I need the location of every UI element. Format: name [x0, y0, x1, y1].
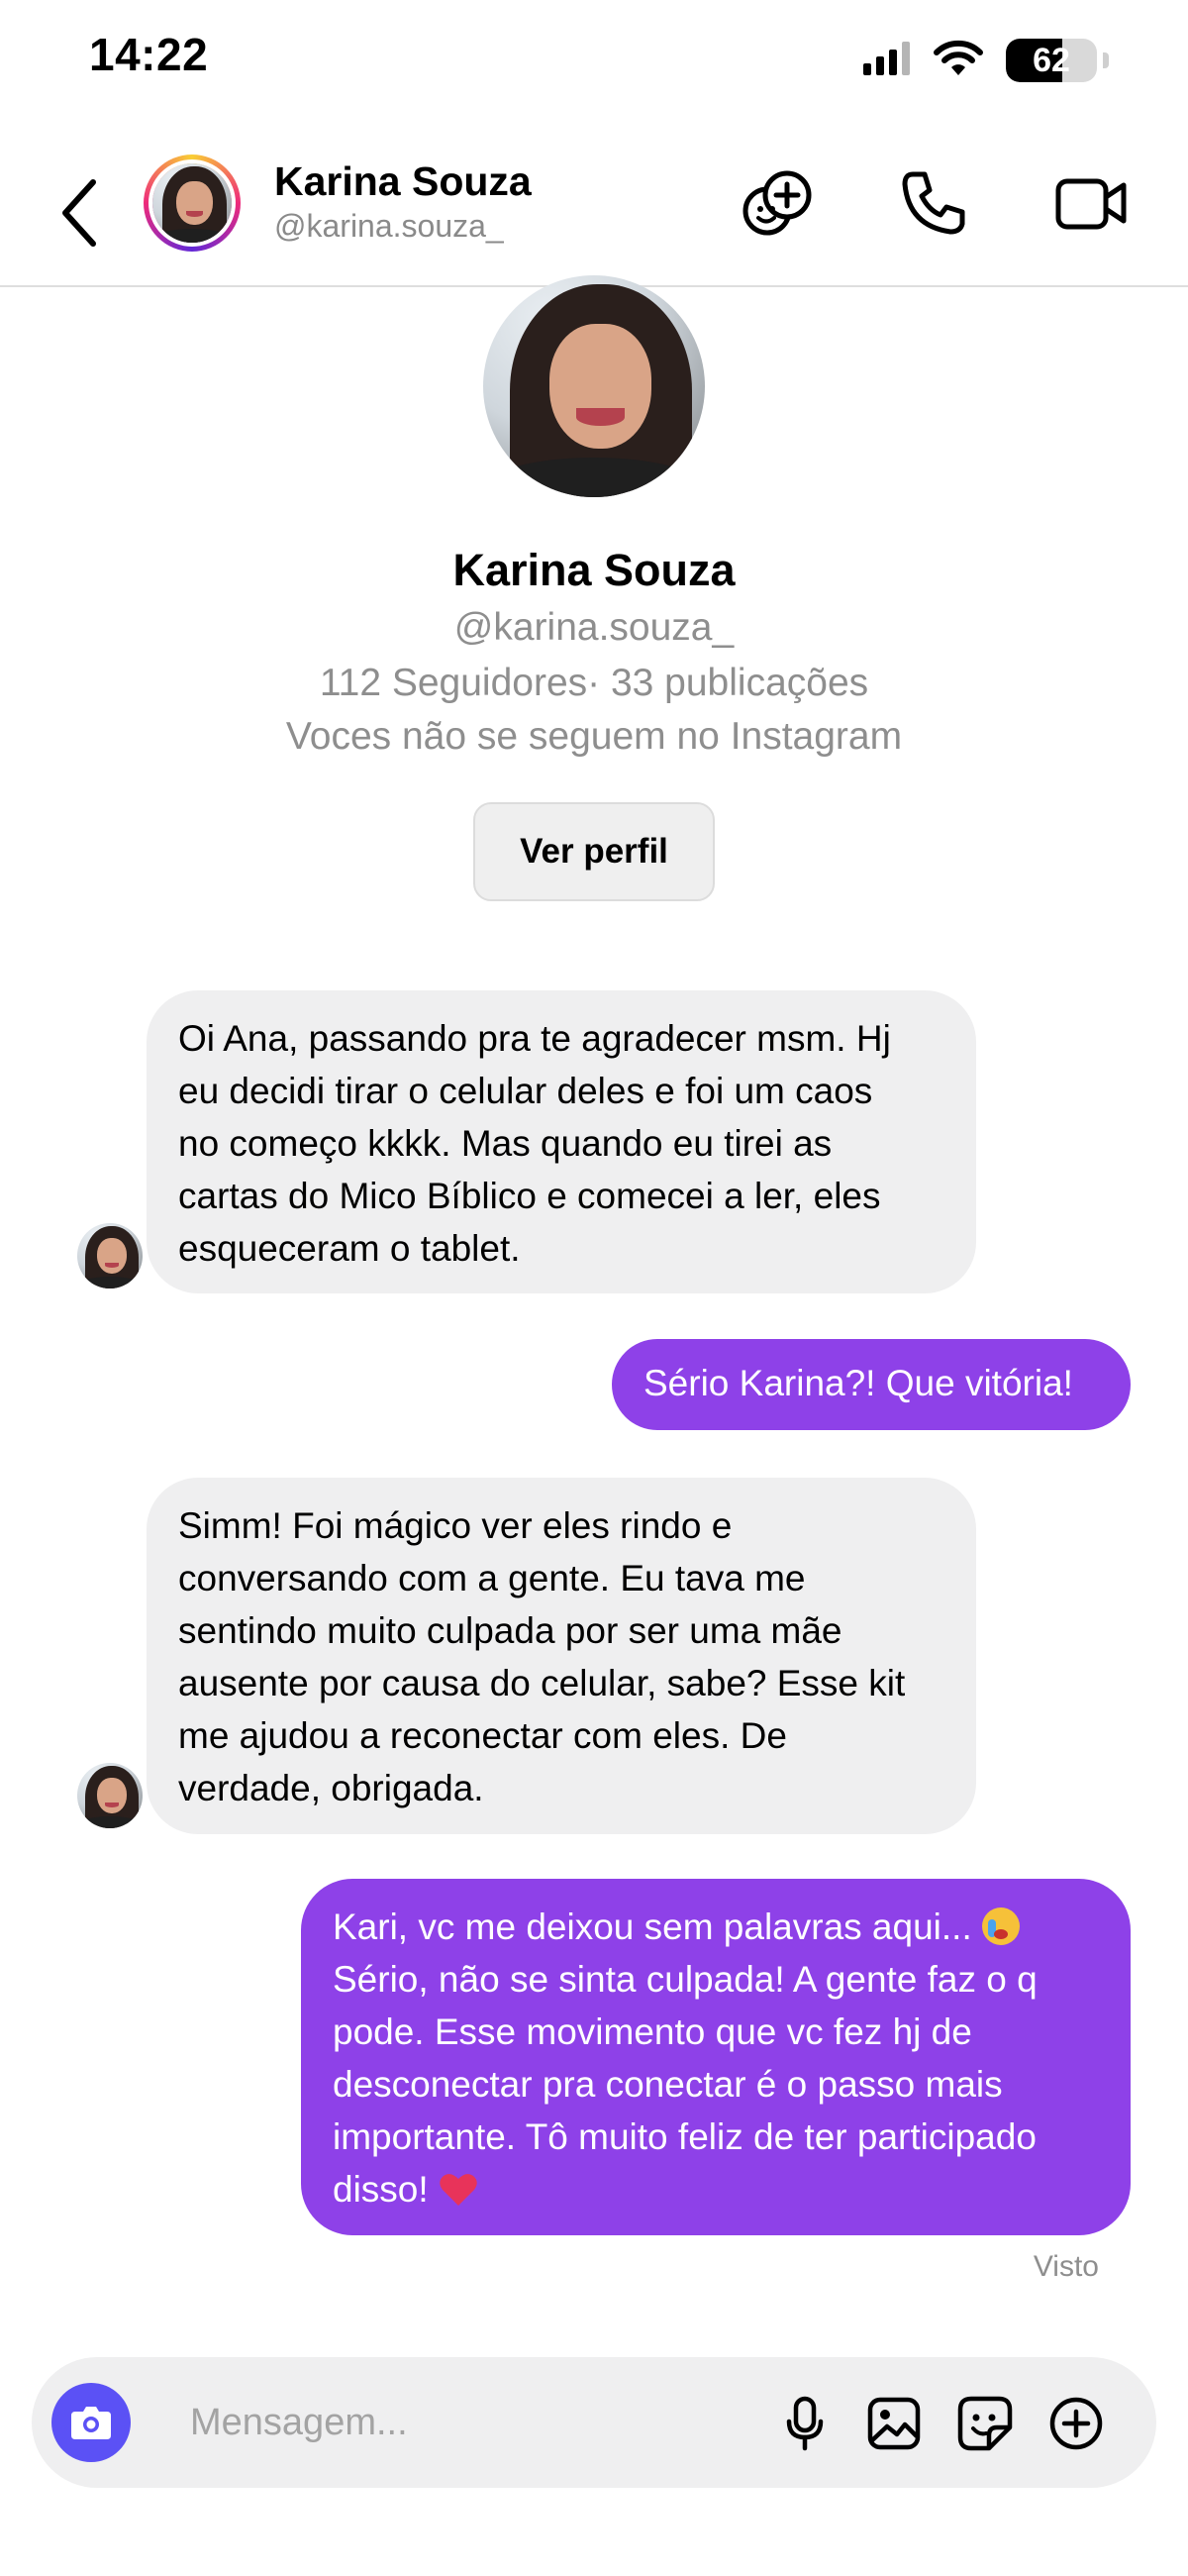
- voice-message-button[interactable]: [772, 2391, 838, 2456]
- more-options-button[interactable]: [1043, 2391, 1109, 2456]
- video-icon: [1055, 178, 1127, 230]
- message-input[interactable]: [190, 2393, 744, 2452]
- message-line: verdade, obrigada.: [178, 1768, 484, 1808]
- message-line: sentindo muito culpada por ser uma mãe: [178, 1610, 842, 1651]
- profile-name: Karina Souza: [452, 545, 736, 595]
- message-line: Sério, não se sinta culpada! A gente faz…: [333, 1959, 1038, 2000]
- status-time: 14:22: [89, 29, 209, 80]
- message-line: esqueceram o tablet.: [178, 1228, 521, 1269]
- sender-avatar[interactable]: [77, 1763, 143, 1828]
- seen-status: Visto: [1033, 2250, 1099, 2283]
- sticker-button[interactable]: [952, 2391, 1018, 2456]
- message-line: ausente por causa do celular, sabe? Esse…: [178, 1663, 906, 1703]
- signal-icon: [863, 41, 911, 80]
- message-line: eu decidi tirar o celular deles e foi um…: [178, 1071, 873, 1111]
- profile-handle: @karina.souza_: [453, 606, 735, 649]
- message-bubble-incoming[interactable]: Simm! Foi mágico ver eles rindo e conver…: [147, 1478, 976, 1834]
- loudly-crying-face-emoji: [982, 1907, 1021, 1945]
- battery-level: 62: [1033, 42, 1070, 79]
- view-profile-button[interactable]: Ver perfil: [473, 802, 715, 901]
- heart-emoji: [440, 2174, 477, 2206]
- profile-avatar[interactable]: [483, 275, 705, 497]
- message-line: disso!: [333, 2169, 429, 2210]
- status-bar: 14:22 62: [0, 0, 1188, 119]
- message-line: pode. Esse movimento que vc fez hj de: [333, 2011, 972, 2052]
- message-line: me ajudou a reconectar com eles. De: [178, 1715, 787, 1756]
- message-line: Simm! Foi mágico ver eles rindo e: [178, 1505, 733, 1546]
- camera-button[interactable]: [51, 2383, 131, 2462]
- camera-icon: [71, 2407, 111, 2439]
- wifi-icon: [933, 40, 984, 82]
- chat-header: Karina Souza @karina.souza_: [0, 139, 1188, 287]
- gallery-button[interactable]: [861, 2391, 927, 2456]
- profile-stats: 112 Seguidores· 33 publicações: [319, 662, 869, 704]
- battery-icon: 62: [1006, 39, 1097, 82]
- message-bubble-incoming[interactable]: Oi Ana, passando pra te agradecer msm. H…: [147, 990, 976, 1293]
- message-line: desconectar pra conectar é o passo mais: [333, 2064, 1003, 2105]
- video-call-button[interactable]: [1047, 158, 1137, 248]
- message-bubble-outgoing[interactable]: Sério Karina?! Que vitória!: [612, 1339, 1131, 1430]
- message-line: Kari, vc me deixou sem palavras aqui...: [333, 1906, 972, 1947]
- sender-avatar[interactable]: [77, 1223, 143, 1288]
- header-name[interactable]: Karina Souza: [274, 158, 532, 205]
- message-line: Oi Ana, passando pra te agradecer msm. H…: [178, 1018, 891, 1059]
- message-composer: [32, 2357, 1156, 2488]
- message-line: Sério Karina?! Que vitória!: [644, 1363, 1073, 1403]
- message-line: no começo kkkk. Mas quando eu tirei as: [178, 1123, 833, 1164]
- phone-icon: [902, 171, 965, 235]
- message-line: cartas do Mico Bíblico e comecei a ler, …: [178, 1176, 881, 1216]
- microphone-icon: [786, 2396, 824, 2451]
- back-button[interactable]: [50, 168, 109, 258]
- add-people-icon: [742, 170, 812, 236]
- header-avatar[interactable]: [144, 155, 241, 252]
- battery-cap: [1103, 52, 1109, 68]
- plus-circle-icon: [1049, 2397, 1103, 2450]
- header-handle: @karina.souza_: [274, 208, 504, 244]
- add-people-button[interactable]: [733, 158, 822, 248]
- follow-status: Voces não se seguem no Instagram: [285, 715, 903, 758]
- image-icon: [867, 2397, 921, 2450]
- message-bubble-outgoing[interactable]: Kari, vc me deixou sem palavras aqui... …: [301, 1879, 1131, 2235]
- sticker-icon: [957, 2396, 1013, 2451]
- chevron-left-icon: [62, 179, 96, 247]
- message-line: conversando com a gente. Eu tava me: [178, 1558, 806, 1598]
- status-icons: 62: [863, 36, 1109, 85]
- message-line: importante. Tô muito feliz de ter partic…: [333, 2116, 1037, 2157]
- call-button[interactable]: [889, 158, 978, 248]
